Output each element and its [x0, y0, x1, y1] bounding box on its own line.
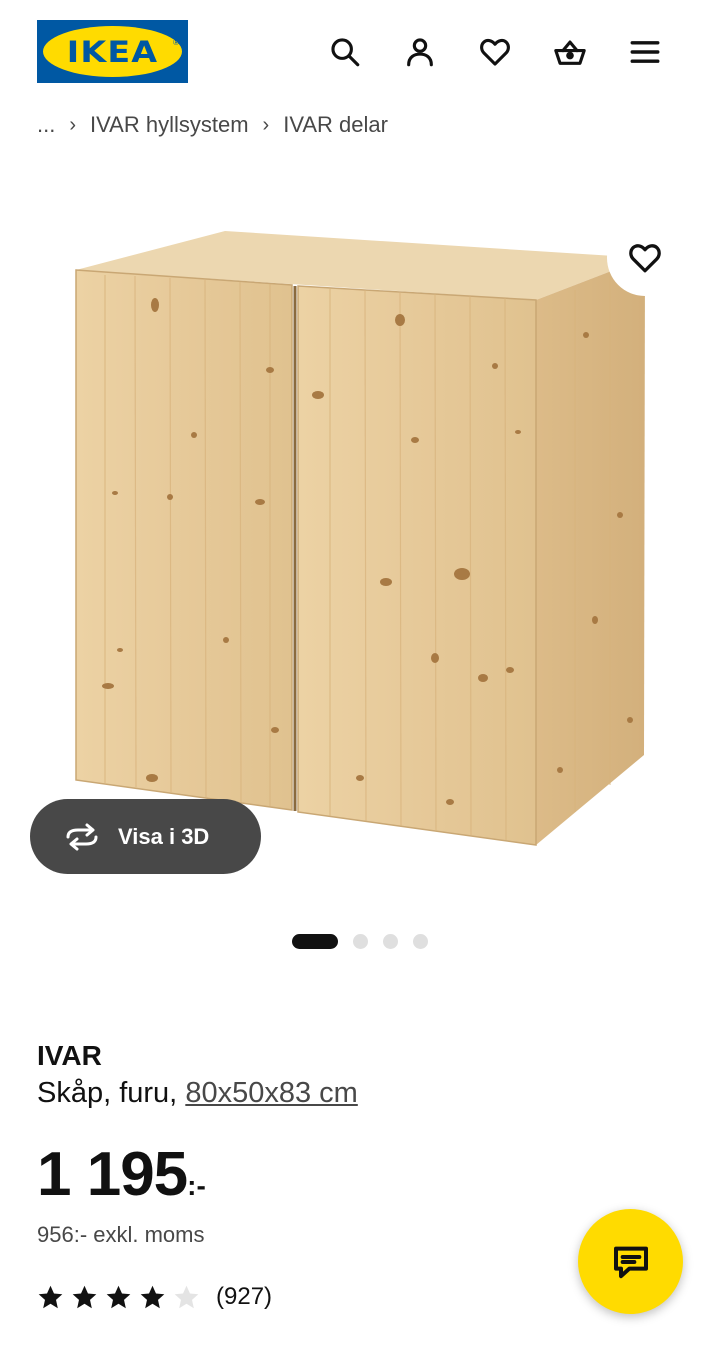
star-icon — [72, 1285, 97, 1308]
carousel-indicator — [292, 933, 428, 949]
chat-icon — [613, 1246, 648, 1278]
carousel-dot-1[interactable] — [292, 933, 338, 949]
rotate-3d-icon — [66, 823, 98, 850]
breadcrumb-item-ivar-hyllsystem[interactable]: IVAR hyllsystem — [90, 112, 249, 138]
logo-text: IKEA — [66, 34, 159, 69]
basket-button[interactable] — [548, 30, 592, 74]
cabinet-right-door — [297, 285, 537, 846]
breadcrumb-item-ivar-delar[interactable]: IVAR delar — [283, 112, 388, 138]
rating-count: (927) — [216, 1283, 273, 1310]
heart-icon — [629, 244, 661, 273]
star-empty-icon — [174, 1285, 199, 1308]
view-3d-button[interactable]: Visa i 3D — [30, 799, 261, 874]
carousel-dot-3[interactable] — [383, 933, 398, 949]
breadcrumb: ... › IVAR hyllsystem › IVAR delar — [37, 110, 388, 140]
ikea-logo[interactable]: IKEA ® — [37, 20, 188, 83]
menu-icon — [630, 41, 660, 63]
view-3d-label: Visa i 3D — [118, 823, 210, 849]
search-icon — [331, 38, 360, 67]
heart-icon — [480, 38, 510, 66]
basket-icon — [554, 40, 586, 65]
product-description: Skåp, furu, 80x50x83 cm — [37, 1077, 358, 1110]
logo-registered-mark: ® — [173, 38, 179, 47]
cabinet-side — [536, 258, 645, 845]
chevron-right-icon: › — [69, 113, 77, 136]
menu-button[interactable] — [623, 30, 667, 74]
cabinet-left-door — [75, 269, 293, 811]
star-icon — [38, 1285, 63, 1308]
search-button[interactable] — [323, 30, 367, 74]
profile-button[interactable] — [398, 30, 442, 74]
user-icon — [407, 38, 433, 67]
star-icon — [106, 1285, 131, 1308]
breadcrumb-ellipsis[interactable]: ... — [37, 112, 55, 138]
carousel-dot-2[interactable] — [353, 933, 368, 949]
product-price: 1 195 :- — [37, 1140, 206, 1210]
price-value: 1 195 — [37, 1140, 188, 1209]
chat-button[interactable] — [578, 1209, 683, 1314]
favourites-button[interactable] — [473, 30, 517, 74]
product-size-link[interactable]: 80x50x83 cm — [185, 1077, 358, 1109]
price-suffix: :- — [187, 1170, 206, 1201]
star-icon — [140, 1285, 165, 1308]
add-to-favourites-button[interactable] — [607, 220, 683, 296]
price-excl-vat: 956:- exkl. moms — [37, 1222, 205, 1247]
product-type: Skåp, furu, — [37, 1077, 178, 1109]
product-name: IVAR — [37, 1040, 102, 1071]
product-rating[interactable]: (927) — [37, 1283, 272, 1311]
carousel-dot-4[interactable] — [413, 933, 428, 949]
chevron-right-icon: › — [262, 113, 270, 136]
product-image[interactable] — [30, 200, 690, 900]
header: IKEA ® — [0, 0, 720, 100]
